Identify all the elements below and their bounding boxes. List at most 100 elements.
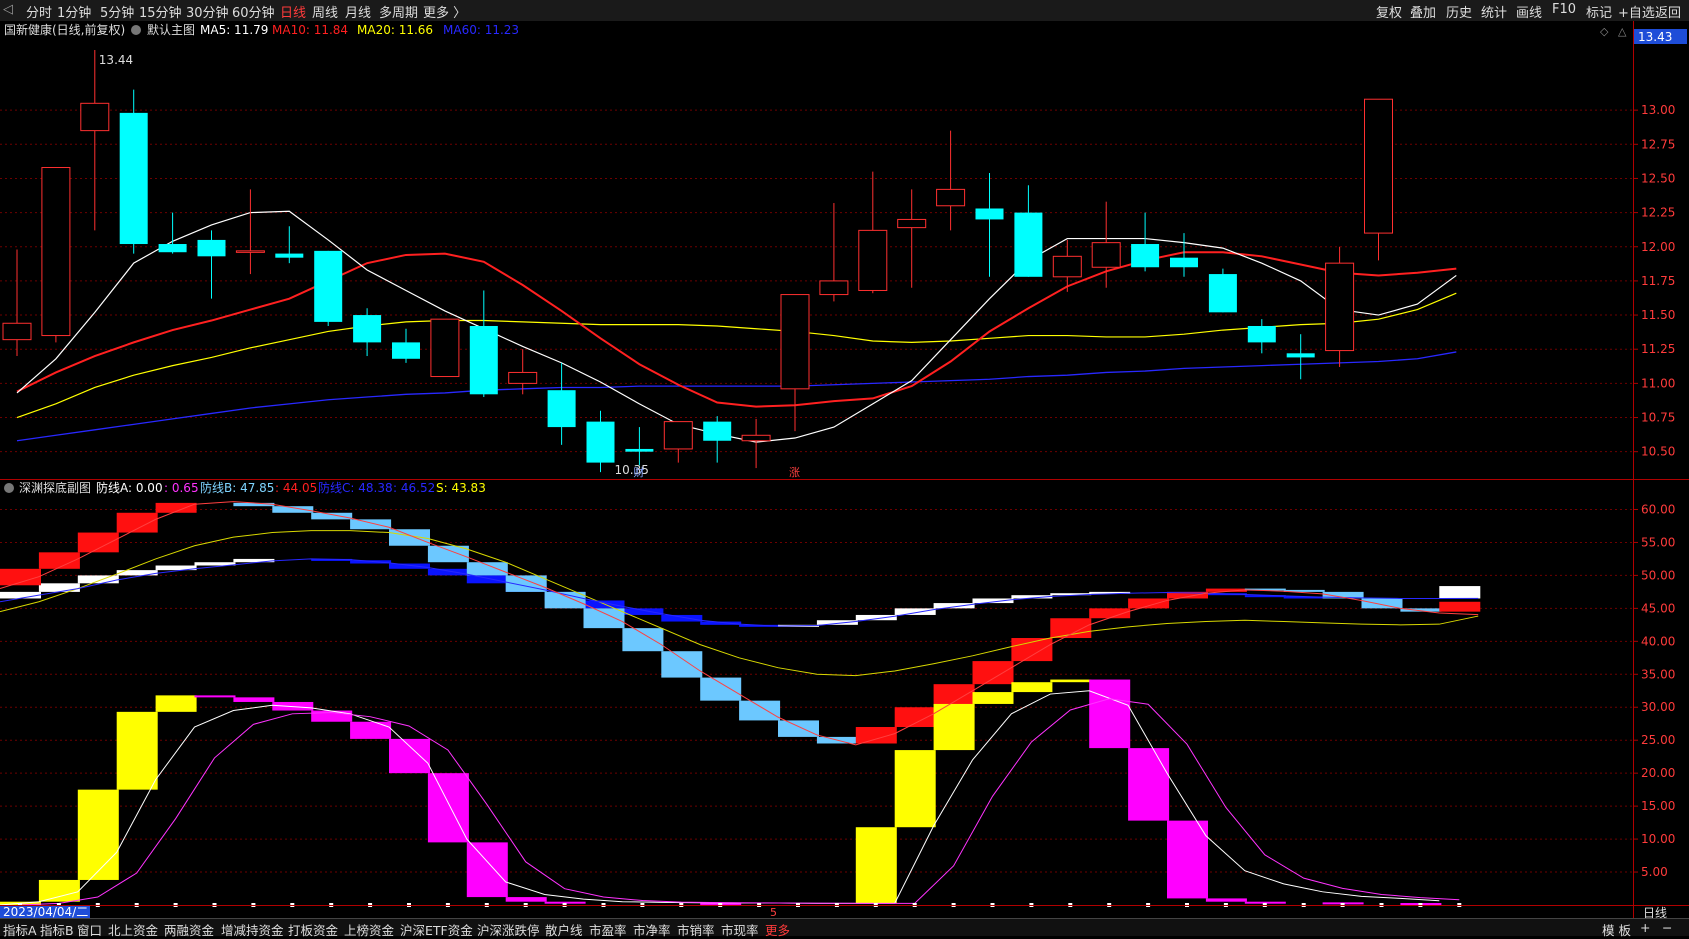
draw-line-button[interactable]: 画线 [1516,2,1542,21]
period-tab-15min[interactable]: 15分钟 [139,2,182,21]
zoom-out-button[interactable]: − [1662,920,1672,935]
block-b [350,519,392,530]
block-a [1050,679,1092,683]
block-b [1128,598,1170,609]
back-button[interactable]: 返回 [1655,2,1681,21]
period-tab-daily[interactable]: 日线 [280,2,306,21]
indicator-name: 默认主图 [147,22,195,37]
period-tab-fenshi[interactable]: 分时 [26,2,52,21]
block-b [933,684,975,708]
candle-body-down [1014,212,1043,277]
candle-body-up [41,167,71,337]
block-a [972,692,1014,704]
high-price-label: 13.44 [99,53,133,67]
indicator-tick-label: 5.00 [1641,865,1668,879]
block-a [505,897,547,902]
price-tick-label: 11.50 [1641,308,1675,322]
period-tab-60min[interactable]: 60分钟 [232,2,275,21]
candle-body-down [314,250,343,322]
block-b [272,506,314,513]
tab-margin[interactable]: 两融资金 [164,920,214,939]
indicator-legend: 深渊探底副图 防线A: 0.00 : 0.65 防线B: 47.85 : 44.… [4,480,486,495]
s-label: S: 43.83 [436,481,486,495]
collapse-icon[interactable]: ◁ [3,2,13,17]
line-c-ma-label: : 46.52 [393,481,435,495]
block-a [933,703,975,751]
tab-etf[interactable]: 沪深ETF资金 [400,920,473,939]
f10-button[interactable]: F10 [1552,2,1576,17]
block-a [389,738,430,774]
candle-body-up [80,102,110,132]
tab-ps[interactable]: 市销率 [677,920,715,939]
candle-body-up [1364,98,1393,234]
stock-title: 国新健康(日线,前复权) [4,22,125,37]
period-tab-5min[interactable]: 5分钟 [100,2,134,21]
price-tick-label: 12.75 [1641,137,1675,151]
period-tab-weekly[interactable]: 周线 [312,2,338,21]
fuquan-button[interactable]: 复权 [1376,2,1402,21]
template-button[interactable]: 模 板 [1602,920,1631,939]
indicator-tick-label: 45.00 [1641,601,1675,615]
tab-holding-change[interactable]: 增减持资金 [221,920,284,939]
finance-marker: 财 [633,465,644,479]
period-tab-multi[interactable]: 多周期 [379,2,418,21]
history-button[interactable]: 历史 [1446,2,1472,21]
block-b [700,677,742,701]
tab-more[interactable]: 更多 [765,920,790,939]
add-watchlist-button[interactable]: +自选 [1618,2,1655,21]
limit-up-marker: 涨 [789,466,800,479]
block-b [77,532,119,553]
chart-canvas[interactable]: 13.00 12.75 12.50 12.25 12.00 11.75 11.50 11.25… [0,21,1689,918]
candle-body-down [469,325,498,395]
triangle-icon[interactable]: △ [1618,25,1627,38]
indicator-tick-label: 20.00 [1641,766,1675,780]
price-tick-label: 11.00 [1641,376,1675,390]
block-b [972,661,1014,685]
diamond-icon[interactable]: ◇ [1600,25,1609,38]
sub-indicator-dropdown-icon[interactable] [4,483,14,493]
candle-body-down [1247,325,1276,343]
candle-body-down [197,239,226,257]
block-a [1089,679,1131,749]
tab-window[interactable]: 窗口 [77,920,102,939]
candle-body-up [508,371,538,384]
candle-body-up [1052,255,1082,278]
tab-northbound[interactable]: 北上资金 [108,920,158,939]
tab-pcf[interactable]: 市现率 [721,920,759,939]
tab-indicator-a[interactable]: 指标A [3,920,37,939]
indicator-tabbar: 指标A 指标B 窗口 北上资金 两融资金 增减持资金 打板资金 上榜资金 沪深E… [0,918,1689,939]
tab-retail[interactable]: 散户线 [545,920,583,939]
block-b [1011,638,1053,662]
date-cursor-label: 2023/04/04/二 [3,905,88,918]
tab-pe[interactable]: 市盈率 [589,920,627,939]
candle-body-up [741,434,771,442]
candle-body-up [235,250,265,253]
more-menu-button[interactable]: 更多 〉 [423,2,466,21]
line-b-ma-label: : 44.05 [275,481,317,495]
zoom-in-button[interactable]: + [1640,920,1650,935]
tab-updown[interactable]: 沪深涨跌停 [477,920,540,939]
statistics-button[interactable]: 统计 [1481,2,1507,21]
tab-indicator-b[interactable]: 指标B [40,920,74,939]
indicator-tick-label: 10.00 [1641,832,1675,846]
overlay-button[interactable]: 叠加 [1410,2,1436,21]
period-toolbar: ◁ 分时 1分钟 5分钟 15分钟 30分钟 60分钟 日线 周线 月线 多周期… [0,0,1689,22]
block-c [0,591,41,599]
tab-limit-board[interactable]: 打板资金 [288,920,338,939]
price-tick-label: 11.25 [1641,342,1675,356]
period-tab-1min[interactable]: 1分钟 [57,2,91,21]
candle-body-down [1131,244,1160,268]
indicator-dropdown-icon[interactable] [131,25,141,35]
tab-pb[interactable]: 市净率 [633,920,671,939]
period-tab-30min[interactable]: 30分钟 [186,2,229,21]
block-b [466,562,508,576]
block-a [116,711,158,790]
mark-button[interactable]: 标记 [1586,2,1612,21]
tab-billboard[interactable]: 上榜资金 [344,920,394,939]
block-b [661,651,703,678]
price-tick-label: 11.75 [1641,274,1675,288]
candle-body-up [780,294,810,390]
candle-body-up [663,421,693,450]
block-a [894,750,936,828]
period-tab-monthly[interactable]: 月线 [345,2,371,21]
